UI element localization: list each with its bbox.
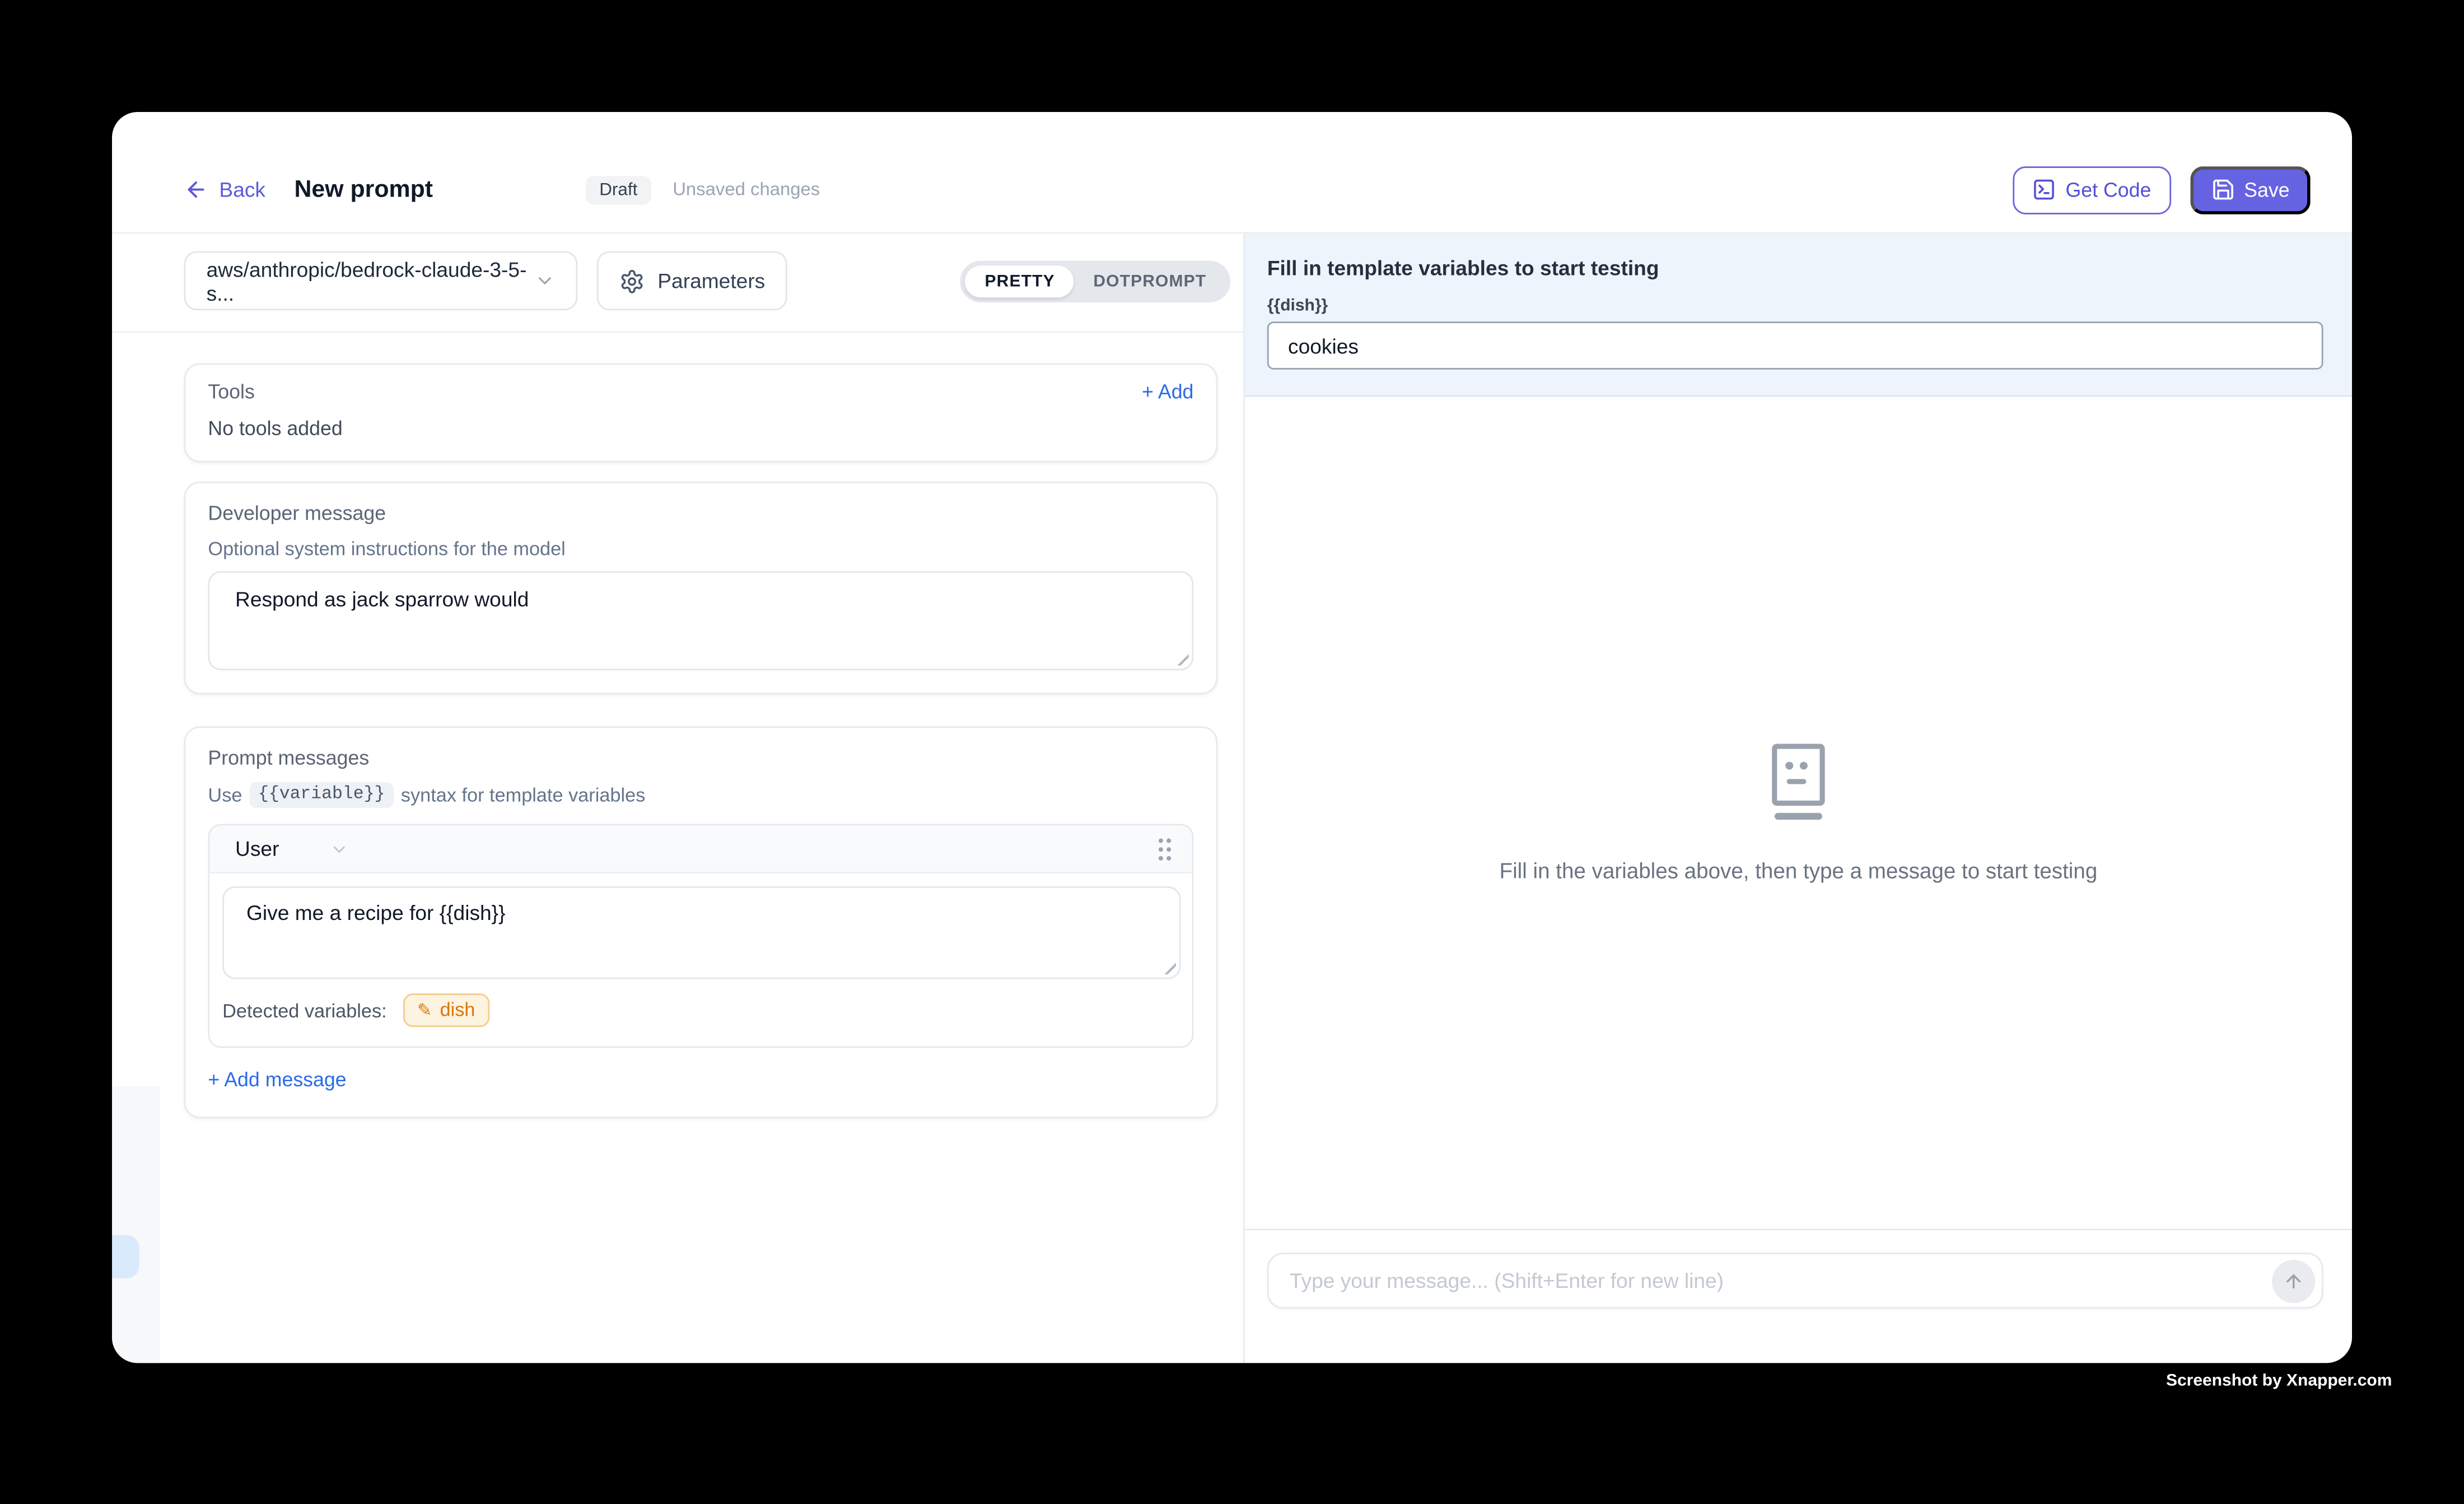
save-icon — [2210, 178, 2234, 202]
page-title: New prompt — [294, 176, 433, 203]
hint-suffix: syntax for template variables — [401, 784, 645, 806]
chat-message-input[interactable] — [1269, 1254, 2322, 1307]
variable-badge-dish[interactable]: ✎ dish — [403, 993, 489, 1027]
role-value: User — [235, 837, 279, 861]
arrow-up-icon — [2283, 1271, 2304, 1291]
left-rail-strip — [112, 1086, 160, 1363]
get-code-button[interactable]: Get Code — [2013, 166, 2170, 214]
header: Back New prompt Draft Unsaved changes Ge… — [112, 112, 2352, 233]
test-pane: Fill in template variables to start test… — [1245, 233, 2352, 1363]
back-link[interactable]: Back — [184, 178, 265, 202]
save-button[interactable]: Save — [2190, 166, 2311, 214]
prompt-editor-window: Back New prompt Draft Unsaved changes Ge… — [112, 112, 2352, 1363]
detected-variables-row: Detected variables: ✎ dish — [209, 979, 1192, 1047]
model-selector-value: aws/anthropic/bedrock-claude-3-5-s... — [207, 257, 535, 305]
chevron-down-icon — [330, 839, 349, 858]
prompt-messages-title: Prompt messages — [208, 747, 1193, 769]
parameters-label: Parameters — [657, 269, 765, 293]
variable-label-dish: {{dish}} — [1267, 296, 2323, 315]
parameters-button[interactable]: Parameters — [597, 251, 788, 311]
toggle-pretty[interactable]: PRETTY — [965, 265, 1074, 297]
tools-empty-text: No tools added — [208, 418, 1193, 440]
editor-pane: aws/anthropic/bedrock-claude-3-5-s... Pa… — [112, 233, 1245, 1363]
message-header: User — [209, 825, 1192, 874]
developer-message-subtitle: Optional system instructions for the mod… — [208, 538, 1193, 560]
empty-state-text: Fill in the variables above, then type a… — [1500, 859, 2098, 883]
send-button[interactable] — [2272, 1259, 2315, 1302]
model-selector[interactable]: aws/anthropic/bedrock-claude-3-5-s... — [184, 251, 578, 311]
add-tool-button[interactable]: + Add — [1142, 381, 1193, 403]
chat-input-container — [1267, 1253, 2323, 1309]
terminal-icon — [2032, 178, 2056, 202]
tools-section: Tools + Add No tools added — [184, 363, 1218, 463]
view-mode-toggle: PRETTY DOTPROMPT — [961, 260, 1230, 301]
back-label: Back — [219, 178, 265, 202]
variables-panel-title: Fill in template variables to start test… — [1267, 256, 2323, 280]
role-selector[interactable]: User — [235, 837, 349, 861]
hint-prefix: Use — [208, 784, 242, 806]
developer-message-section: Developer message Optional system instru… — [184, 482, 1218, 694]
variable-syntax-hint: Use {{variable}} syntax for template var… — [208, 782, 1193, 808]
drag-handle-icon[interactable] — [1154, 833, 1176, 865]
save-label: Save — [2244, 179, 2289, 201]
chat-footer — [1245, 1229, 2352, 1363]
detected-variables-label: Detected variables: — [222, 999, 387, 1021]
developer-message-textarea[interactable]: Respond as jack sparrow would — [208, 571, 1193, 670]
tools-title: Tools — [208, 381, 254, 403]
pencil-icon: ✎ — [417, 999, 432, 1020]
unsaved-changes-text: Unsaved changes — [673, 180, 820, 199]
get-code-label: Get Code — [2066, 179, 2152, 201]
template-variables-panel: Fill in template variables to start test… — [1245, 233, 2352, 396]
back-arrow-icon — [184, 178, 208, 202]
developer-message-title: Developer message — [208, 502, 1193, 525]
gear-icon — [619, 268, 645, 294]
message-content-textarea[interactable]: Give me a recipe for {{dish}} — [222, 886, 1180, 979]
left-rail-active-item[interactable] — [112, 1235, 139, 1278]
robot-face-icon — [1771, 742, 1826, 823]
main-split: aws/anthropic/bedrock-claude-3-5-s... Pa… — [112, 233, 2352, 1363]
watermark-text: Screenshot by Xnapper.com — [2166, 1371, 2392, 1390]
variable-syntax-chip: {{variable}} — [250, 782, 393, 808]
chevron-down-icon — [534, 270, 555, 291]
prompt-messages-section: Prompt messages Use {{variable}} syntax … — [184, 726, 1218, 1118]
variable-value-input[interactable] — [1267, 321, 2323, 370]
message-block: User Give me a recipe for {{d — [208, 824, 1193, 1048]
toggle-dotprompt[interactable]: DOTPROMPT — [1074, 265, 1226, 297]
chat-empty-state: Fill in the variables above, then type a… — [1245, 397, 2352, 1229]
add-message-button[interactable]: + Add message — [208, 1069, 346, 1091]
editor-scroll-area: Tools + Add No tools added Developer mes… — [112, 333, 1243, 1118]
screenshot-canvas: Back New prompt Draft Unsaved changes Ge… — [0, 0, 2464, 1504]
editor-toolbar: aws/anthropic/bedrock-claude-3-5-s... Pa… — [112, 233, 1243, 333]
variable-name: dish — [440, 998, 475, 1021]
status-badge: Draft — [585, 175, 652, 204]
